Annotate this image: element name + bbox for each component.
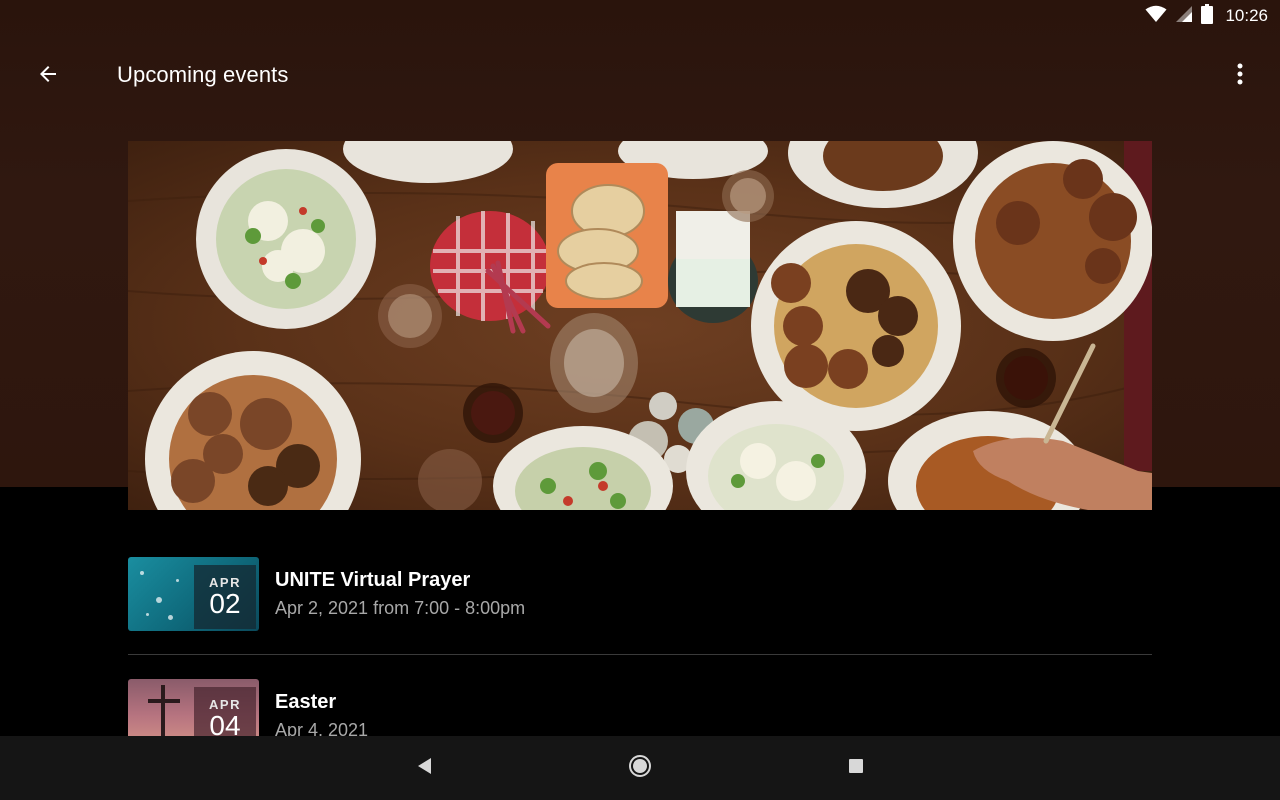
status-clock: 10:26 [1225, 6, 1268, 25]
overflow-menu-button[interactable] [1224, 56, 1256, 96]
screen: 10:26 Upcoming events APR 02 UNITE Virtu… [0, 0, 1280, 800]
event-text: UNITE Virtual Prayer Apr 2, 2021 from 7:… [275, 569, 525, 619]
wifi-icon [1145, 5, 1167, 28]
back-button[interactable] [28, 56, 68, 96]
date-day: 02 [209, 587, 241, 619]
event-list-item[interactable]: APR 02 UNITE Virtual Prayer Apr 2, 2021 … [128, 546, 1152, 642]
event-text: Easter Apr 4, 2021 [275, 691, 368, 741]
nav-back-icon [415, 756, 433, 781]
event-thumbnail: APR 02 [128, 557, 259, 631]
more-vert-icon [1237, 62, 1243, 91]
event-datetime: Apr 2, 2021 from 7:00 - 8:00pm [275, 598, 526, 618]
event-title: UNITE Virtual Prayer [275, 569, 471, 591]
list-divider [128, 654, 1152, 655]
nav-home-button[interactable] [628, 754, 652, 783]
page-title: Upcoming events [117, 62, 289, 87]
app-bar: Upcoming events [0, 48, 1280, 104]
nav-recents-icon [847, 757, 865, 780]
nav-back-button[interactable] [412, 756, 436, 780]
hero-image [128, 141, 1152, 510]
arrow-back-icon [36, 62, 60, 91]
nav-recents-button[interactable] [844, 756, 868, 780]
battery-icon [1201, 3, 1214, 29]
date-badge: APR 02 [194, 565, 256, 629]
nav-home-icon [628, 754, 652, 783]
event-title: Easter [275, 691, 337, 713]
system-nav-bar [0, 736, 1280, 800]
status-bar: 10:26 [0, 0, 1280, 32]
cell-signal-icon [1175, 5, 1193, 28]
